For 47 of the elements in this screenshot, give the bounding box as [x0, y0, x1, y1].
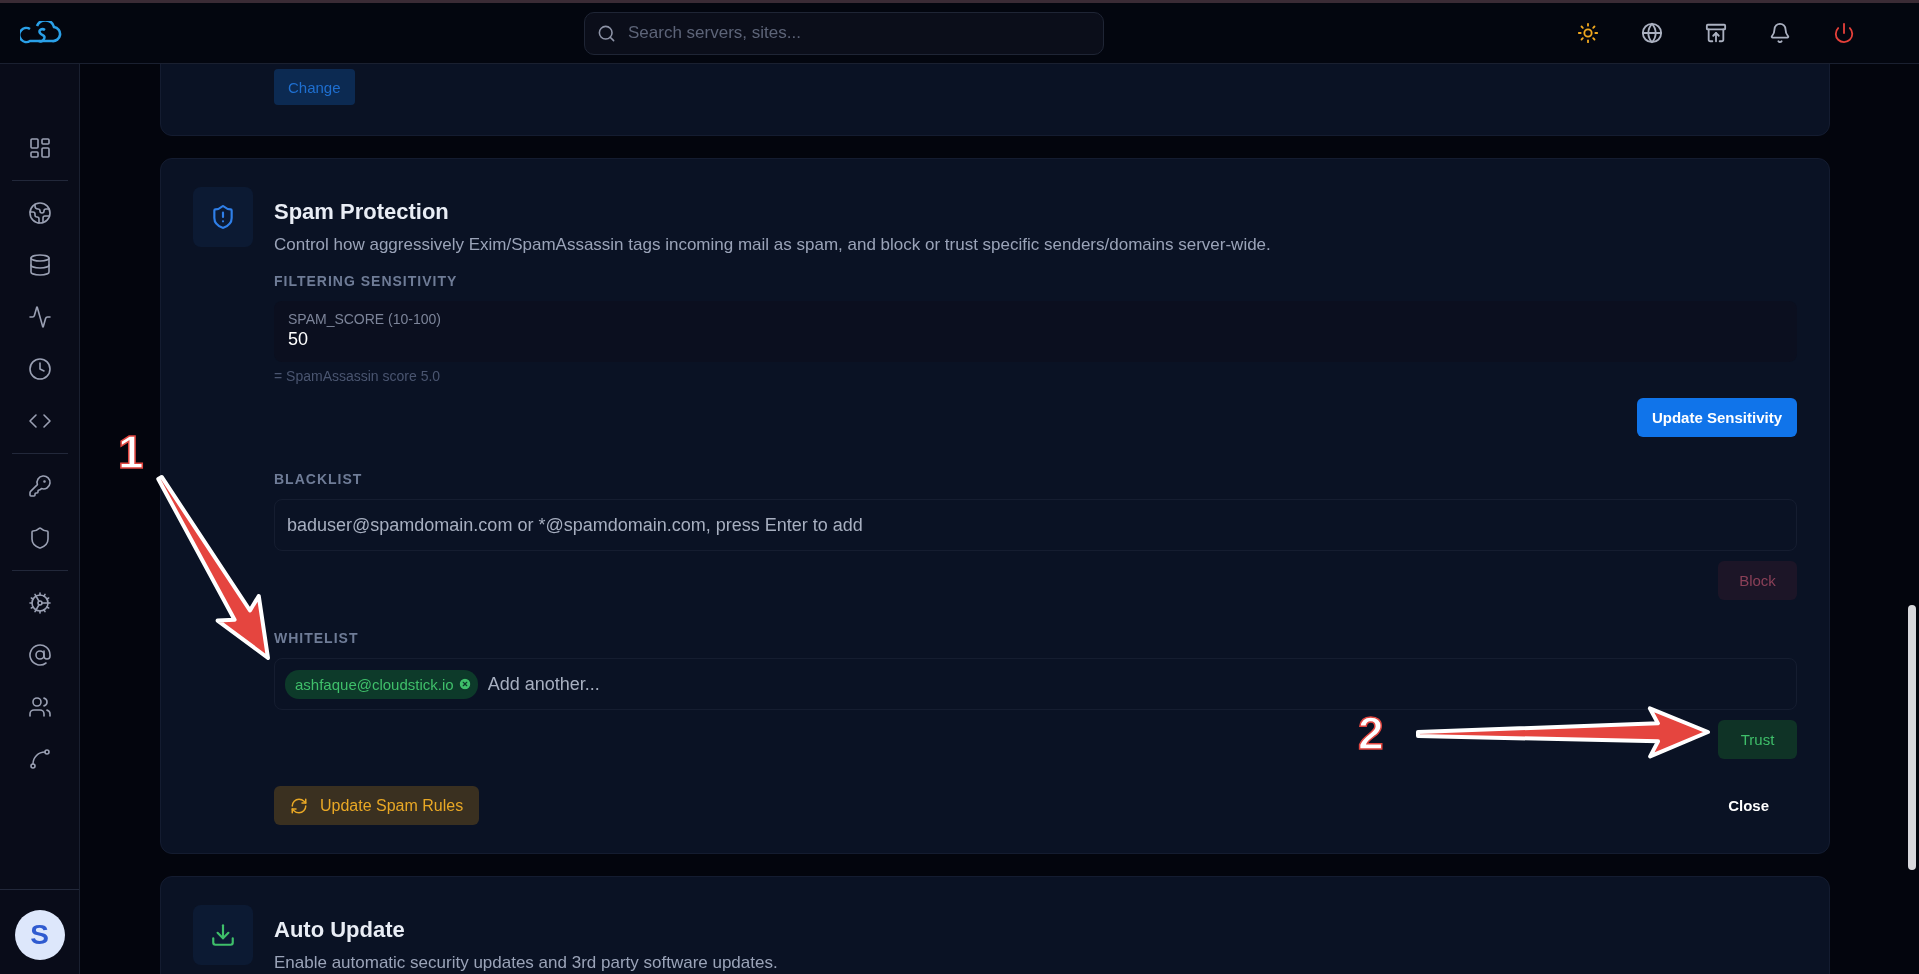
email-tag[interactable]: ashfaque@cloudstick.io — [285, 669, 478, 699]
logo[interactable] — [20, 21, 64, 45]
update-sensitivity-button[interactable]: Update Sensitivity — [1636, 398, 1797, 437]
power-icon[interactable] — [1833, 22, 1855, 44]
clock-icon[interactable] — [27, 357, 52, 381]
key-icon[interactable] — [27, 474, 52, 498]
gear-icon[interactable] — [27, 591, 52, 615]
section-heading: FILTERING SENSITIVITY — [274, 273, 459, 289]
trust-button[interactable]: Trust — [1718, 720, 1797, 759]
spline-icon[interactable] — [27, 747, 52, 771]
archive-icon[interactable] — [1705, 22, 1727, 44]
card-title: Auto Update — [274, 917, 406, 943]
section-heading: WHITELIST — [274, 630, 360, 646]
search-icon — [597, 23, 616, 43]
text-input[interactable]: Add another... — [485, 672, 1786, 696]
annotation-number: 1 — [118, 425, 144, 479]
card-description: Control how aggressively Exim/SpamAssassin tags incoming mail as spam, and block or trust specific senders/domains server-wide. — [274, 235, 1272, 255]
spam-score-field[interactable]: SPAM_SCORE (10-100) 50 — [274, 301, 1797, 362]
globe-icon[interactable] — [27, 201, 52, 225]
remove-icon[interactable] — [457, 677, 472, 691]
whitelist-field[interactable]: ashfaque@cloudstick.io Add another... — [274, 658, 1797, 710]
download-icon — [193, 905, 253, 965]
sun-icon[interactable] — [1577, 22, 1599, 44]
user-avatar[interactable]: S — [14, 910, 65, 960]
text-input[interactable]: baduser@spamdomain.com or *@spamdomain.com, press Enter to add — [285, 513, 1786, 537]
search-field[interactable]: Search servers, sites... — [584, 11, 1104, 55]
search-input[interactable]: Search servers, sites... — [626, 22, 1091, 44]
shield-alert-icon — [193, 187, 253, 247]
bell-icon[interactable] — [1769, 22, 1791, 44]
close-button[interactable]: Close — [1722, 796, 1775, 815]
field-label: SPAM_SCORE (10-100) — [288, 311, 442, 327]
refresh-icon — [290, 796, 308, 815]
card-description: Enable automatic security updates and 3rd party software updates. — [274, 953, 779, 973]
section-heading: BLACKLIST — [274, 471, 364, 487]
activity-icon[interactable] — [27, 305, 52, 329]
blacklist-field[interactable]: baduser@spamdomain.com or *@spamdomain.com, press Enter to add — [274, 499, 1797, 551]
score-input[interactable]: 50 — [288, 329, 1783, 350]
users-icon[interactable] — [27, 695, 52, 719]
card-title: Spam Protection — [274, 199, 450, 225]
update-spam-rules-button[interactable]: Update Spam Rules — [274, 786, 480, 825]
at-sign-icon[interactable] — [27, 643, 52, 667]
scrollbar-thumb[interactable] — [1908, 605, 1916, 870]
change-button[interactable]: Change — [274, 69, 355, 105]
globe-icon[interactable] — [1641, 22, 1663, 44]
dashboard-icon[interactable] — [27, 136, 52, 160]
score-hint: = SpamAssassin score 5.0 — [274, 368, 442, 384]
database-icon[interactable] — [27, 253, 52, 277]
